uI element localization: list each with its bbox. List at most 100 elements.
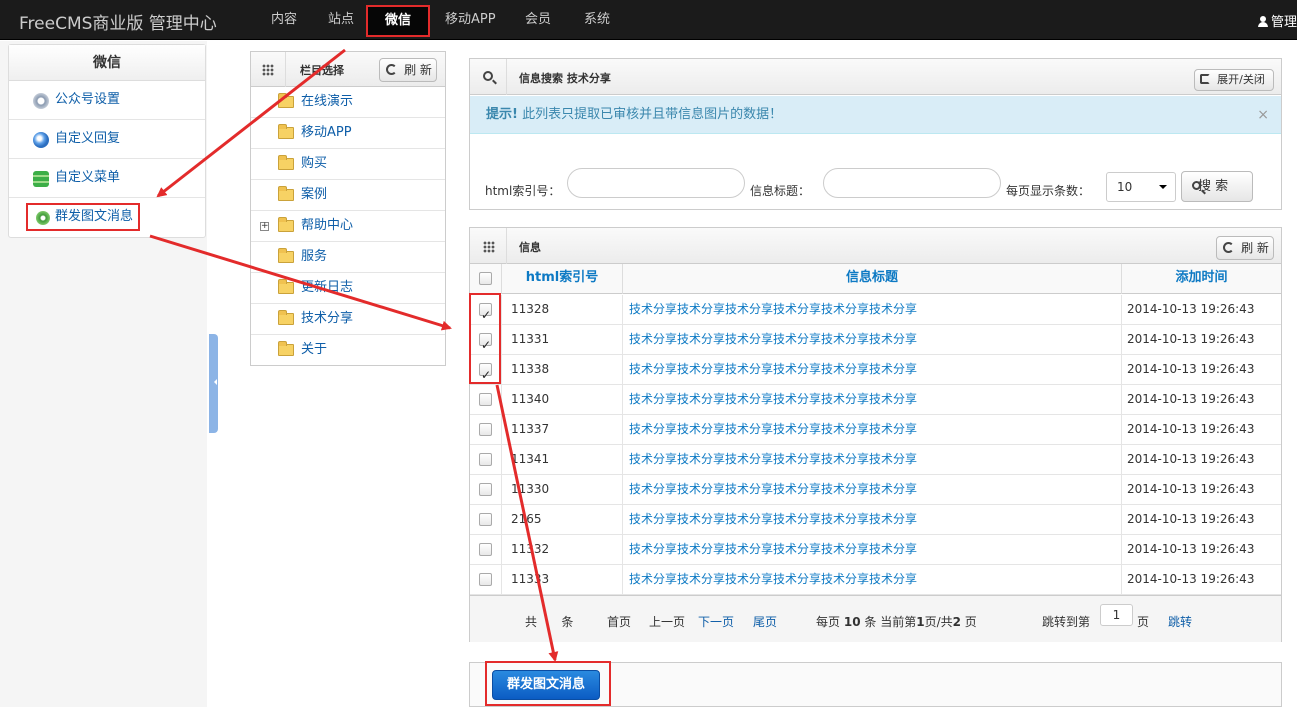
tree-item-label: 更新日志 (301, 280, 354, 295)
nav-content[interactable]: 内容 (263, 0, 305, 40)
info-panel-title: 信息 (519, 241, 541, 254)
title-link[interactable]: 技术分享技术分享技术分享技术分享技术分享技术分享 (623, 325, 1122, 355)
table-row[interactable]: 11337 技术分享技术分享技术分享技术分享技术分享技术分享 2014-10-13 … (470, 415, 1281, 445)
column-time[interactable]: 添加时间 (1122, 264, 1281, 294)
time-cell: 2014-10-13 19:26:43 (1127, 422, 1255, 436)
html-index-cell: 11330 (502, 475, 623, 505)
page-size-select[interactable]: 10 (1106, 172, 1176, 202)
nav-member[interactable]: 会员 (517, 0, 559, 40)
column-html-index[interactable]: html索引号 (502, 264, 623, 294)
tree-item-mobile-app[interactable]: 移动APP (251, 118, 445, 149)
toggle-button[interactable]: 展开/关闭 (1194, 69, 1274, 91)
sidebar-item-account-settings[interactable]: 公众号设置 (9, 81, 205, 120)
tree-item-label: 购买 (301, 156, 328, 171)
pager-last[interactable]: 尾页 (753, 613, 777, 630)
row-checkbox[interactable] (479, 573, 492, 586)
title-link[interactable]: 技术分享技术分享技术分享技术分享技术分享技术分享 (623, 355, 1122, 385)
tree-item-label: 关于 (301, 342, 328, 357)
search-button[interactable]: 搜 索 (1181, 171, 1253, 202)
folder-icon (278, 248, 294, 263)
table-header: html索引号 信息标题 添加时间 (470, 264, 1281, 294)
table-row[interactable]: 11330 技术分享技术分享技术分享技术分享技术分享技术分享 2014-10-13 … (470, 475, 1281, 505)
select-all-checkbox[interactable] (479, 272, 492, 285)
sidebar-item-custom-menu[interactable]: 自定义菜单 (9, 159, 205, 198)
table-row[interactable]: 11341 技术分享技术分享技术分享技术分享技术分享技术分享 2014-10-13 … (470, 445, 1281, 475)
button-label: 刷 新 (404, 63, 432, 77)
tree-header: 栏目选择 刷 新 (251, 52, 445, 87)
close-icon[interactable]: × (1257, 96, 1269, 134)
column-title[interactable]: 信息标题 (623, 264, 1122, 294)
tree-item-online-demo[interactable]: 在线演示 (251, 87, 445, 118)
divider (506, 228, 507, 264)
nav-site[interactable]: 站点 (320, 0, 362, 40)
checkbox-highlight-box (469, 293, 501, 384)
tree-item-help-center[interactable]: + 帮助中心 (251, 211, 445, 242)
pager-first[interactable]: 首页 (607, 613, 631, 630)
tree-item-tech-share[interactable]: 技术分享 (251, 304, 445, 335)
sidebar-collapse-handle[interactable] (209, 334, 218, 433)
tree-item-service[interactable]: 服务 (251, 242, 445, 273)
pager-jump-suffix: 页 (1137, 615, 1150, 629)
sidebar-item-broadcast[interactable]: 群发图文消息 (9, 198, 205, 237)
table-row[interactable]: 11340 技术分享技术分享技术分享技术分享技术分享技术分享 2014-10-13 … (470, 385, 1281, 415)
title-link[interactable]: 技术分享技术分享技术分享技术分享技术分享技术分享 (623, 445, 1122, 475)
title-link[interactable]: 技术分享技术分享技术分享技术分享技术分享技术分享 (623, 475, 1122, 505)
html-index-cell: 11337 (502, 415, 623, 445)
title-input[interactable] (823, 168, 1001, 198)
time-cell: 2014-10-13 19:26:43 (1127, 392, 1255, 406)
nav-mobile-app[interactable]: 移动APP (437, 0, 504, 40)
title-link[interactable]: 技术分享技术分享技术分享技术分享技术分享技术分享 (623, 415, 1122, 445)
button-label: 刷 新 (1241, 241, 1269, 255)
table-row[interactable]: 11332 技术分享技术分享技术分享技术分享技术分享技术分享 2014-10-13 … (470, 535, 1281, 565)
folder-icon (278, 93, 294, 108)
gear-icon (33, 93, 49, 109)
nav-system[interactable]: 系统 (576, 0, 618, 40)
pager: 共 12 条 首页 上一页 下一页 尾页 每页 10 条 当前第1页/共2 页 … (470, 595, 1281, 642)
tree-item-about[interactable]: 关于 (251, 335, 445, 366)
tree-item-changelog[interactable]: 更新日志 (251, 273, 445, 304)
row-checkbox[interactable] (479, 483, 492, 496)
html-index-cell: 11332 (502, 535, 623, 565)
pager-total: 共 12 条 (525, 613, 573, 630)
title-link[interactable]: 技术分享技术分享技术分享技术分享技术分享技术分享 (623, 505, 1122, 535)
sidebar-item-custom-reply[interactable]: 自定义回复 (9, 120, 205, 159)
sidebar-item-label: 自定义回复 (55, 131, 121, 146)
pager-jump-button[interactable]: 跳转 (1168, 613, 1192, 630)
tree-item-cases[interactable]: 案例 (251, 180, 445, 211)
user-menu[interactable]: 管理 (1257, 11, 1297, 30)
table-row[interactable]: 11331技术分享技术分享技术分享技术分享技术分享技术分享 2014-10-13 … (470, 325, 1281, 360)
title-link[interactable]: 技术分享技术分享技术分享技术分享技术分享技术分享 (623, 295, 1122, 325)
info-refresh-button[interactable]: 刷 新 (1216, 236, 1274, 260)
sidebar: 微信 公众号设置 自定义回复 自定义菜单 群发图文消息 (8, 44, 206, 238)
title-link[interactable]: 技术分享技术分享技术分享技术分享技术分享技术分享 (623, 565, 1122, 595)
row-checkbox[interactable] (479, 453, 492, 466)
time-cell: 2014-10-13 19:26:43 (1127, 512, 1255, 526)
pager-prev[interactable]: 上一页 (649, 613, 685, 630)
row-checkbox[interactable] (479, 513, 492, 526)
grid-icon (483, 241, 495, 253)
title-label: 信息标题： (750, 184, 811, 198)
expand-icon[interactable]: + (260, 222, 269, 231)
table-row[interactable]: 2165 技术分享技术分享技术分享技术分享技术分享技术分享 2014-10-13 1… (470, 505, 1281, 535)
info-panel: 信息 刷 新 html索引号 信息标题 添加时间 11328技术分享技术分享技术… (469, 227, 1282, 642)
tree-item-purchase[interactable]: 购买 (251, 149, 445, 180)
folder-icon (278, 217, 294, 232)
title-link[interactable]: 技术分享技术分享技术分享技术分享技术分享技术分享 (623, 385, 1122, 415)
row-checkbox[interactable] (479, 423, 492, 436)
row-checkbox[interactable] (479, 393, 492, 406)
title-link[interactable]: 技术分享技术分享技术分享技术分享技术分享技术分享 (623, 535, 1122, 565)
table-row[interactable]: 11338技术分享技术分享技术分享技术分享技术分享技术分享 2014-10-13 … (470, 355, 1281, 390)
sidebar-title: 微信 (9, 45, 205, 81)
html-index-cell: 11333 (502, 565, 623, 595)
table-row[interactable]: 11333 技术分享技术分享技术分享技术分享技术分享技术分享 2014-10-13 … (470, 565, 1281, 595)
time-cell: 2014-10-13 19:26:43 (1127, 452, 1255, 466)
table-row[interactable]: 11328技术分享技术分享技术分享技术分享技术分享技术分享 2014-10-13 … (470, 295, 1281, 330)
pager-text: 条 (561, 615, 574, 629)
row-checkbox[interactable] (479, 543, 492, 556)
tree-refresh-button[interactable]: 刷 新 (379, 58, 437, 82)
pager-next[interactable]: 下一页 (698, 613, 734, 630)
html-index-input[interactable] (567, 168, 745, 198)
app-brand[interactable]: FreeCMS商业版 管理中心 (19, 9, 217, 34)
nav-wechat[interactable]: 微信 (366, 5, 430, 37)
page-jump-input[interactable]: 1 (1100, 604, 1133, 626)
